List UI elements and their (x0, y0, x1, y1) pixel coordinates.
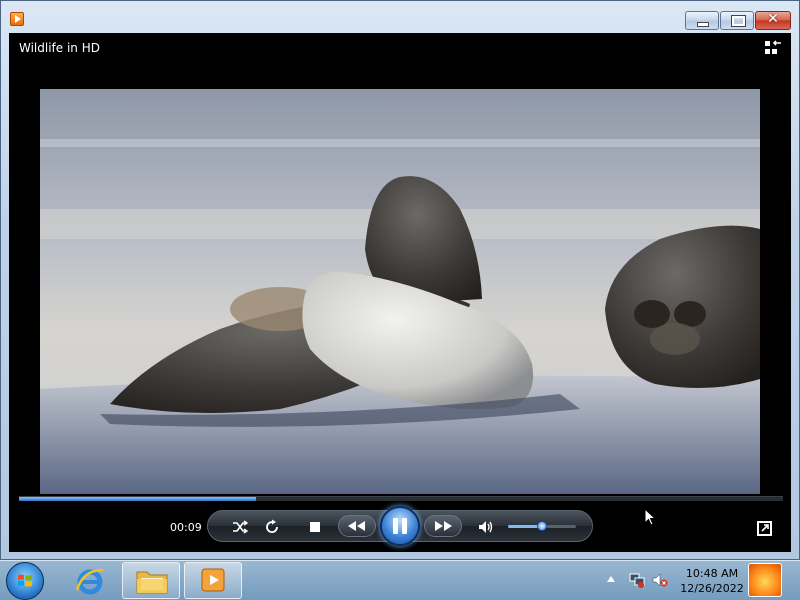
maximize-button[interactable] (720, 11, 754, 30)
volume-slider[interactable] (508, 521, 576, 531)
show-desktop-flower-icon[interactable] (748, 563, 782, 597)
seek-bar[interactable] (19, 496, 783, 501)
taskbar: 10:48 AM 12/26/2022 (0, 560, 800, 600)
title-bar[interactable]: ✕ (1, 1, 799, 33)
internet-explorer-icon (75, 568, 104, 595)
volume-thumb[interactable] (537, 521, 547, 531)
desktop: ✕ Wildlife in HD 00:09 10:48 AM 12/26/20… (0, 0, 800, 600)
start-button[interactable] (6, 562, 44, 600)
clock-date: 12/26/2022 (680, 582, 744, 595)
speaker-icon (479, 521, 493, 533)
fullscreen-icon (761, 524, 769, 532)
media-player-window: ✕ Wildlife in HD 00:09 (0, 0, 800, 560)
video-frame[interactable] (40, 89, 760, 494)
close-button[interactable]: ✕ (755, 11, 791, 30)
stop-icon (310, 522, 320, 532)
media-player-app-icon[interactable] (10, 12, 24, 26)
mouse-pointer-icon (644, 508, 656, 526)
network-icon[interactable] (629, 572, 645, 588)
rewind-button[interactable] (338, 515, 376, 537)
seek-progress (19, 497, 256, 501)
volume-muted-icon[interactable] (652, 572, 668, 588)
pause-button[interactable] (380, 506, 420, 546)
taskbar-windows-media-player[interactable] (184, 562, 242, 599)
switch-to-library-icon[interactable] (764, 40, 782, 56)
system-clock[interactable]: 10:48 AM 12/26/2022 (674, 566, 750, 596)
fast-forward-button[interactable] (424, 515, 462, 537)
media-player-icon (201, 568, 225, 592)
fullscreen-button[interactable] (757, 521, 772, 536)
elapsed-time: 00:09 (170, 521, 202, 534)
playback-controls (207, 506, 593, 546)
mute-button[interactable] (474, 516, 498, 538)
taskbar-windows-explorer[interactable] (122, 562, 180, 599)
shuffle-icon (233, 520, 248, 534)
folder-icon (136, 571, 168, 594)
taskbar-internet-explorer[interactable] (66, 562, 114, 599)
stop-button[interactable] (303, 516, 327, 538)
minimize-button[interactable] (685, 11, 719, 30)
clock-time: 10:48 AM (685, 567, 739, 580)
shuffle-button[interactable] (228, 516, 252, 538)
repeat-button[interactable] (260, 516, 284, 538)
show-hidden-icons-arrow-icon[interactable] (607, 576, 615, 582)
player-area: Wildlife in HD 00:09 (9, 33, 791, 552)
close-icon: ✕ (767, 11, 779, 27)
rewind-icon (348, 521, 365, 531)
repeat-icon (266, 519, 278, 533)
media-title: Wildlife in HD (19, 41, 100, 55)
windows-logo-icon (18, 574, 32, 587)
fast-forward-icon (435, 521, 452, 531)
